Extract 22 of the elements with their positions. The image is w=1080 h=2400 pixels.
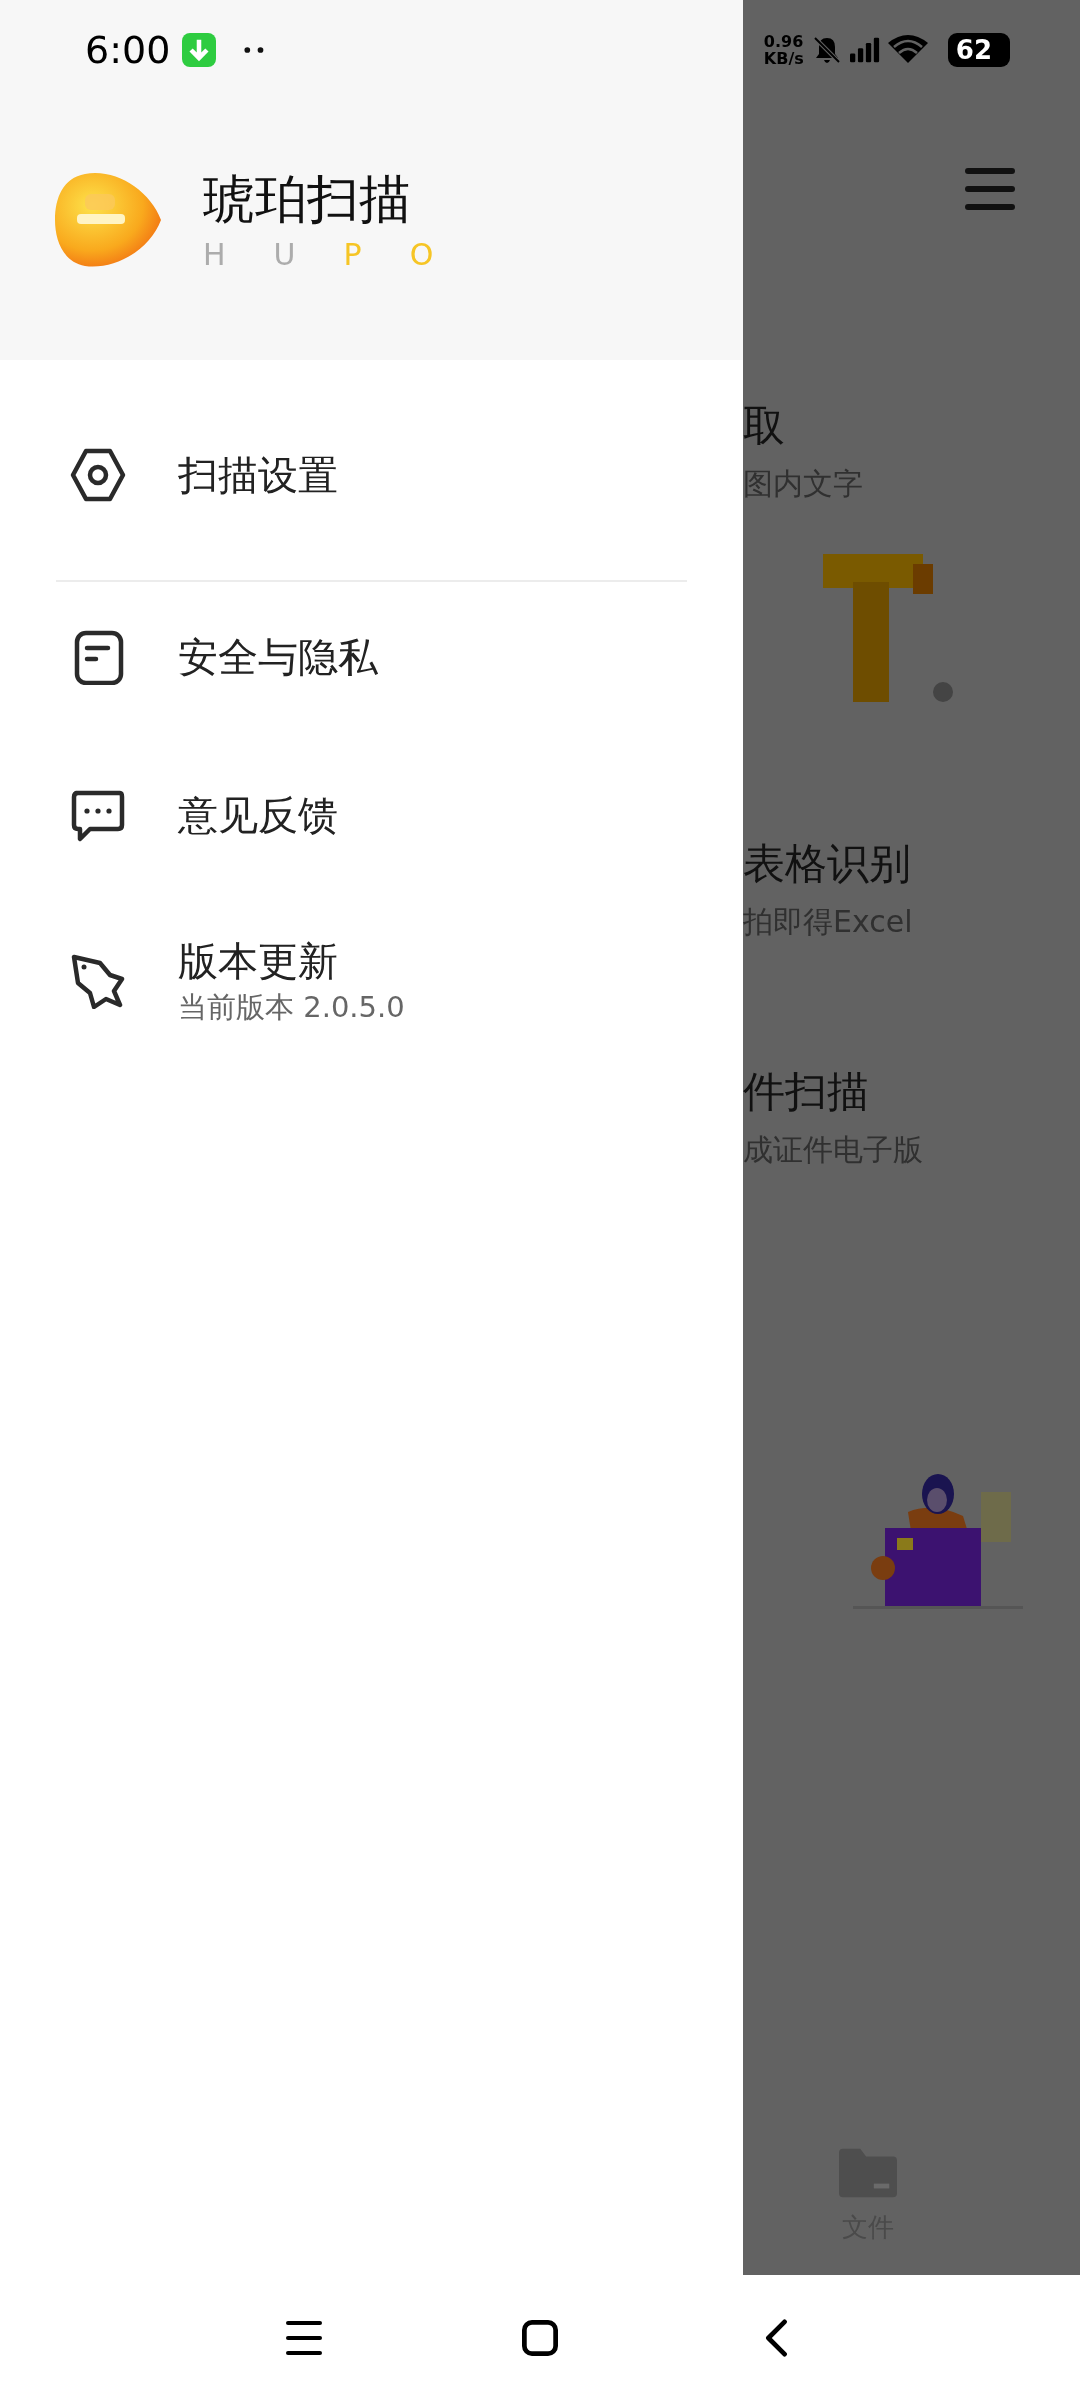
version-text: 当前版本 2.0.5.0 xyxy=(178,989,405,1026)
signal-icon xyxy=(849,35,880,65)
download-icon xyxy=(182,33,217,67)
muted-bell-icon xyxy=(811,35,842,65)
menu-icon[interactable] xyxy=(965,168,1015,210)
menu-item[interactable]: 版本更新 当前版本 2.0.5.0 xyxy=(0,898,743,1064)
brand-letter: O xyxy=(409,237,434,273)
app-name: 琥珀扫描 xyxy=(203,168,412,231)
menu-item[interactable]: 意见反馈 xyxy=(0,732,743,898)
home-icon[interactable] xyxy=(522,2318,558,2357)
brand-letter: P xyxy=(343,237,362,273)
settings-icon xyxy=(70,447,126,503)
menu-item[interactable]: 安全与隐私 xyxy=(0,582,743,732)
brand-letter: U xyxy=(273,237,296,273)
battery-indicator: 62 xyxy=(947,33,1010,67)
menu-item[interactable]: 扫描设置 xyxy=(0,400,743,550)
network-speed: 0.96 KB/s xyxy=(763,33,804,67)
brand-letter: H xyxy=(203,237,226,273)
recent-apps-icon[interactable] xyxy=(286,2318,322,2357)
clock: 6:00 xyxy=(85,28,171,72)
rocket-icon xyxy=(70,953,126,1009)
wifi-icon xyxy=(887,35,928,65)
